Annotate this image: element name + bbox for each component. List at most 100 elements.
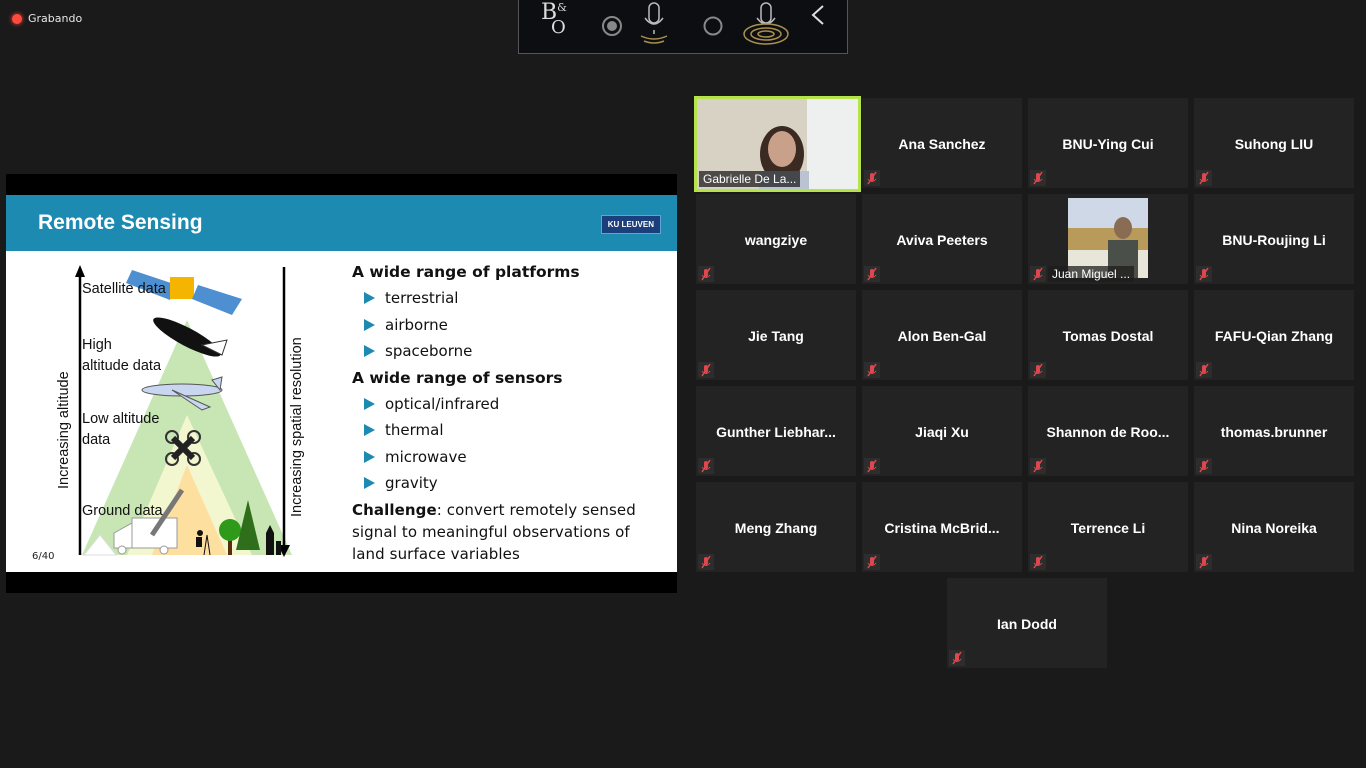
muted-microphone-icon (1196, 458, 1212, 474)
participant-tile[interactable]: Gunther Liebhar... (696, 386, 856, 476)
participant-tile[interactable]: thomas.brunner (1194, 386, 1354, 476)
participant-name: Shannon de Roo... (1046, 424, 1170, 440)
satellite-data-label: Satellite data (82, 281, 166, 297)
chevron-left-icon[interactable] (811, 5, 824, 25)
muted-microphone-icon (1030, 362, 1046, 378)
participant-name: Ian Dodd (997, 616, 1057, 632)
participant-name: Cristina McBrid... (884, 520, 1000, 536)
participant-name: BNU-Roujing Li (1222, 232, 1326, 248)
bullet-triangle-icon (364, 292, 375, 305)
participant-tile[interactable]: FAFU-Qian Zhang (1194, 290, 1354, 380)
participant-name: Ana Sanchez (898, 136, 986, 152)
microphone-waves-icon[interactable] (640, 2, 668, 44)
participant-name: Jiaqi Xu (915, 424, 969, 440)
high-altitude-data-label: High altitude data (82, 337, 162, 374)
bullet-triangle-icon (364, 477, 375, 490)
participant-name: Terrence Li (1070, 520, 1146, 536)
participant-tile[interactable]: BNU-Roujing Li (1194, 194, 1354, 284)
challenge-text: Challenge: convert remotely sensed signa… (352, 500, 636, 563)
muted-microphone-icon (864, 362, 880, 378)
ground-data-label: Ground data (82, 503, 163, 519)
participant-tile[interactable]: Jiaqi Xu (862, 386, 1022, 476)
microphone-rings-icon[interactable] (743, 2, 789, 45)
participant-name: Nina Noreika (1231, 520, 1317, 536)
participant-tile[interactable]: Tomas Dostal (1028, 290, 1188, 380)
shared-screen: Remote Sensing KU LEUVEN Satellite data … (6, 174, 677, 593)
list-item: airborne (352, 312, 642, 339)
muted-microphone-icon (698, 458, 714, 474)
record-radio-icon[interactable] (602, 16, 622, 36)
ku-leuven-logo: KU LEUVEN (600, 215, 661, 234)
participant-tile[interactable]: wangziye (696, 194, 856, 284)
low-altitude-data-label: Low altitude data (82, 411, 160, 448)
bullet-triangle-icon (364, 345, 375, 358)
participant-tile[interactable]: Meng Zhang (696, 482, 856, 572)
participant-tile[interactable]: Terrence Li (1028, 482, 1188, 572)
participant-tile[interactable]: Ana Sanchez (862, 98, 1022, 188)
bullet-triangle-icon (364, 450, 375, 463)
participant-name: Gabrielle De La... (699, 171, 801, 187)
muted-microphone-icon (1030, 458, 1046, 474)
radio-off-icon[interactable] (703, 16, 723, 36)
participant-name: BNU-Ying Cui (1062, 136, 1154, 152)
muted-microphone-icon (864, 266, 880, 282)
recording-label: Grabando (28, 12, 83, 25)
muted-microphone-icon (698, 266, 714, 282)
sensors-heading: A wide range of sensors (352, 368, 563, 387)
participant-gallery: Gabrielle De La... Ana Sanchez BNU-Ying Cu… (694, 96, 1366, 676)
participant-tile[interactable]: Aviva Peeters (862, 194, 1022, 284)
muted-microphone-icon (949, 650, 965, 666)
increasing-altitude-label: Increasing altitude (56, 371, 72, 489)
muted-microphone-icon (1030, 266, 1046, 282)
list-item: gravity (352, 470, 642, 497)
recording-dot-icon (12, 13, 22, 24)
muted-microphone-icon (864, 554, 880, 570)
participant-name: Tomas Dostal (1062, 328, 1154, 344)
list-item: optical/infrared (352, 391, 642, 418)
participant-tile[interactable]: Jie Tang (696, 290, 856, 380)
participant-tile[interactable]: BNU-Ying Cui (1028, 98, 1188, 188)
participant-tile[interactable]: Alon Ben-Gal (862, 290, 1022, 380)
participant-name: Jie Tang (748, 328, 804, 344)
list-item: thermal (352, 417, 642, 444)
participant-name: Suhong LIU (1234, 136, 1314, 152)
page-number: 6/40 (32, 551, 55, 562)
participant-name: Aviva Peeters (896, 232, 988, 248)
muted-microphone-icon (1196, 266, 1212, 282)
bullet-triangle-icon (364, 318, 375, 331)
slide-title: Remote Sensing (38, 211, 203, 234)
participant-tile[interactable]: Nina Noreika (1194, 482, 1354, 572)
participant-name: Meng Zhang (734, 520, 818, 536)
bullet-triangle-icon (364, 424, 375, 437)
slide-header: Remote Sensing KU LEUVEN (6, 195, 677, 251)
participant-tile[interactable]: Ian Dodd (947, 578, 1107, 668)
participant-tile[interactable]: Gabrielle De La... (694, 96, 861, 192)
muted-microphone-icon (1196, 554, 1212, 570)
participant-tile[interactable]: Cristina McBrid... (862, 482, 1022, 572)
muted-microphone-icon (1196, 362, 1212, 378)
participant-name: FAFU-Qian Zhang (1214, 328, 1334, 344)
participant-name: thomas.brunner (1220, 424, 1328, 440)
bullet-triangle-icon (364, 397, 375, 410)
muted-microphone-icon (864, 170, 880, 186)
slide: Remote Sensing KU LEUVEN Satellite data … (6, 195, 677, 572)
participant-name: wangziye (744, 232, 808, 248)
platforms-heading: A wide range of platforms (352, 263, 580, 281)
list-item: microwave (352, 444, 642, 471)
list-item: terrestrial (352, 285, 642, 312)
up-arrow-icon (75, 265, 85, 277)
participant-tile[interactable]: Juan Miguel ... (1028, 194, 1188, 284)
increasing-resolution-label: Increasing spatial resolution (289, 337, 305, 517)
participant-name: Alon Ben-Gal (897, 328, 987, 344)
muted-microphone-icon (1196, 170, 1212, 186)
participant-tile[interactable]: Shannon de Roo... (1028, 386, 1188, 476)
muted-microphone-icon (698, 362, 714, 378)
recording-indicator: Grabando (12, 12, 82, 25)
muted-microphone-icon (864, 458, 880, 474)
participant-name: Juan Miguel ... (1048, 266, 1135, 282)
muted-microphone-icon (1030, 170, 1046, 186)
audio-toolbar: B& O (518, 0, 848, 54)
slide-bullets: A wide range of platforms terrestrial ai… (352, 259, 642, 565)
muted-microphone-icon (1030, 554, 1046, 570)
participant-tile[interactable]: Suhong LIU (1194, 98, 1354, 188)
